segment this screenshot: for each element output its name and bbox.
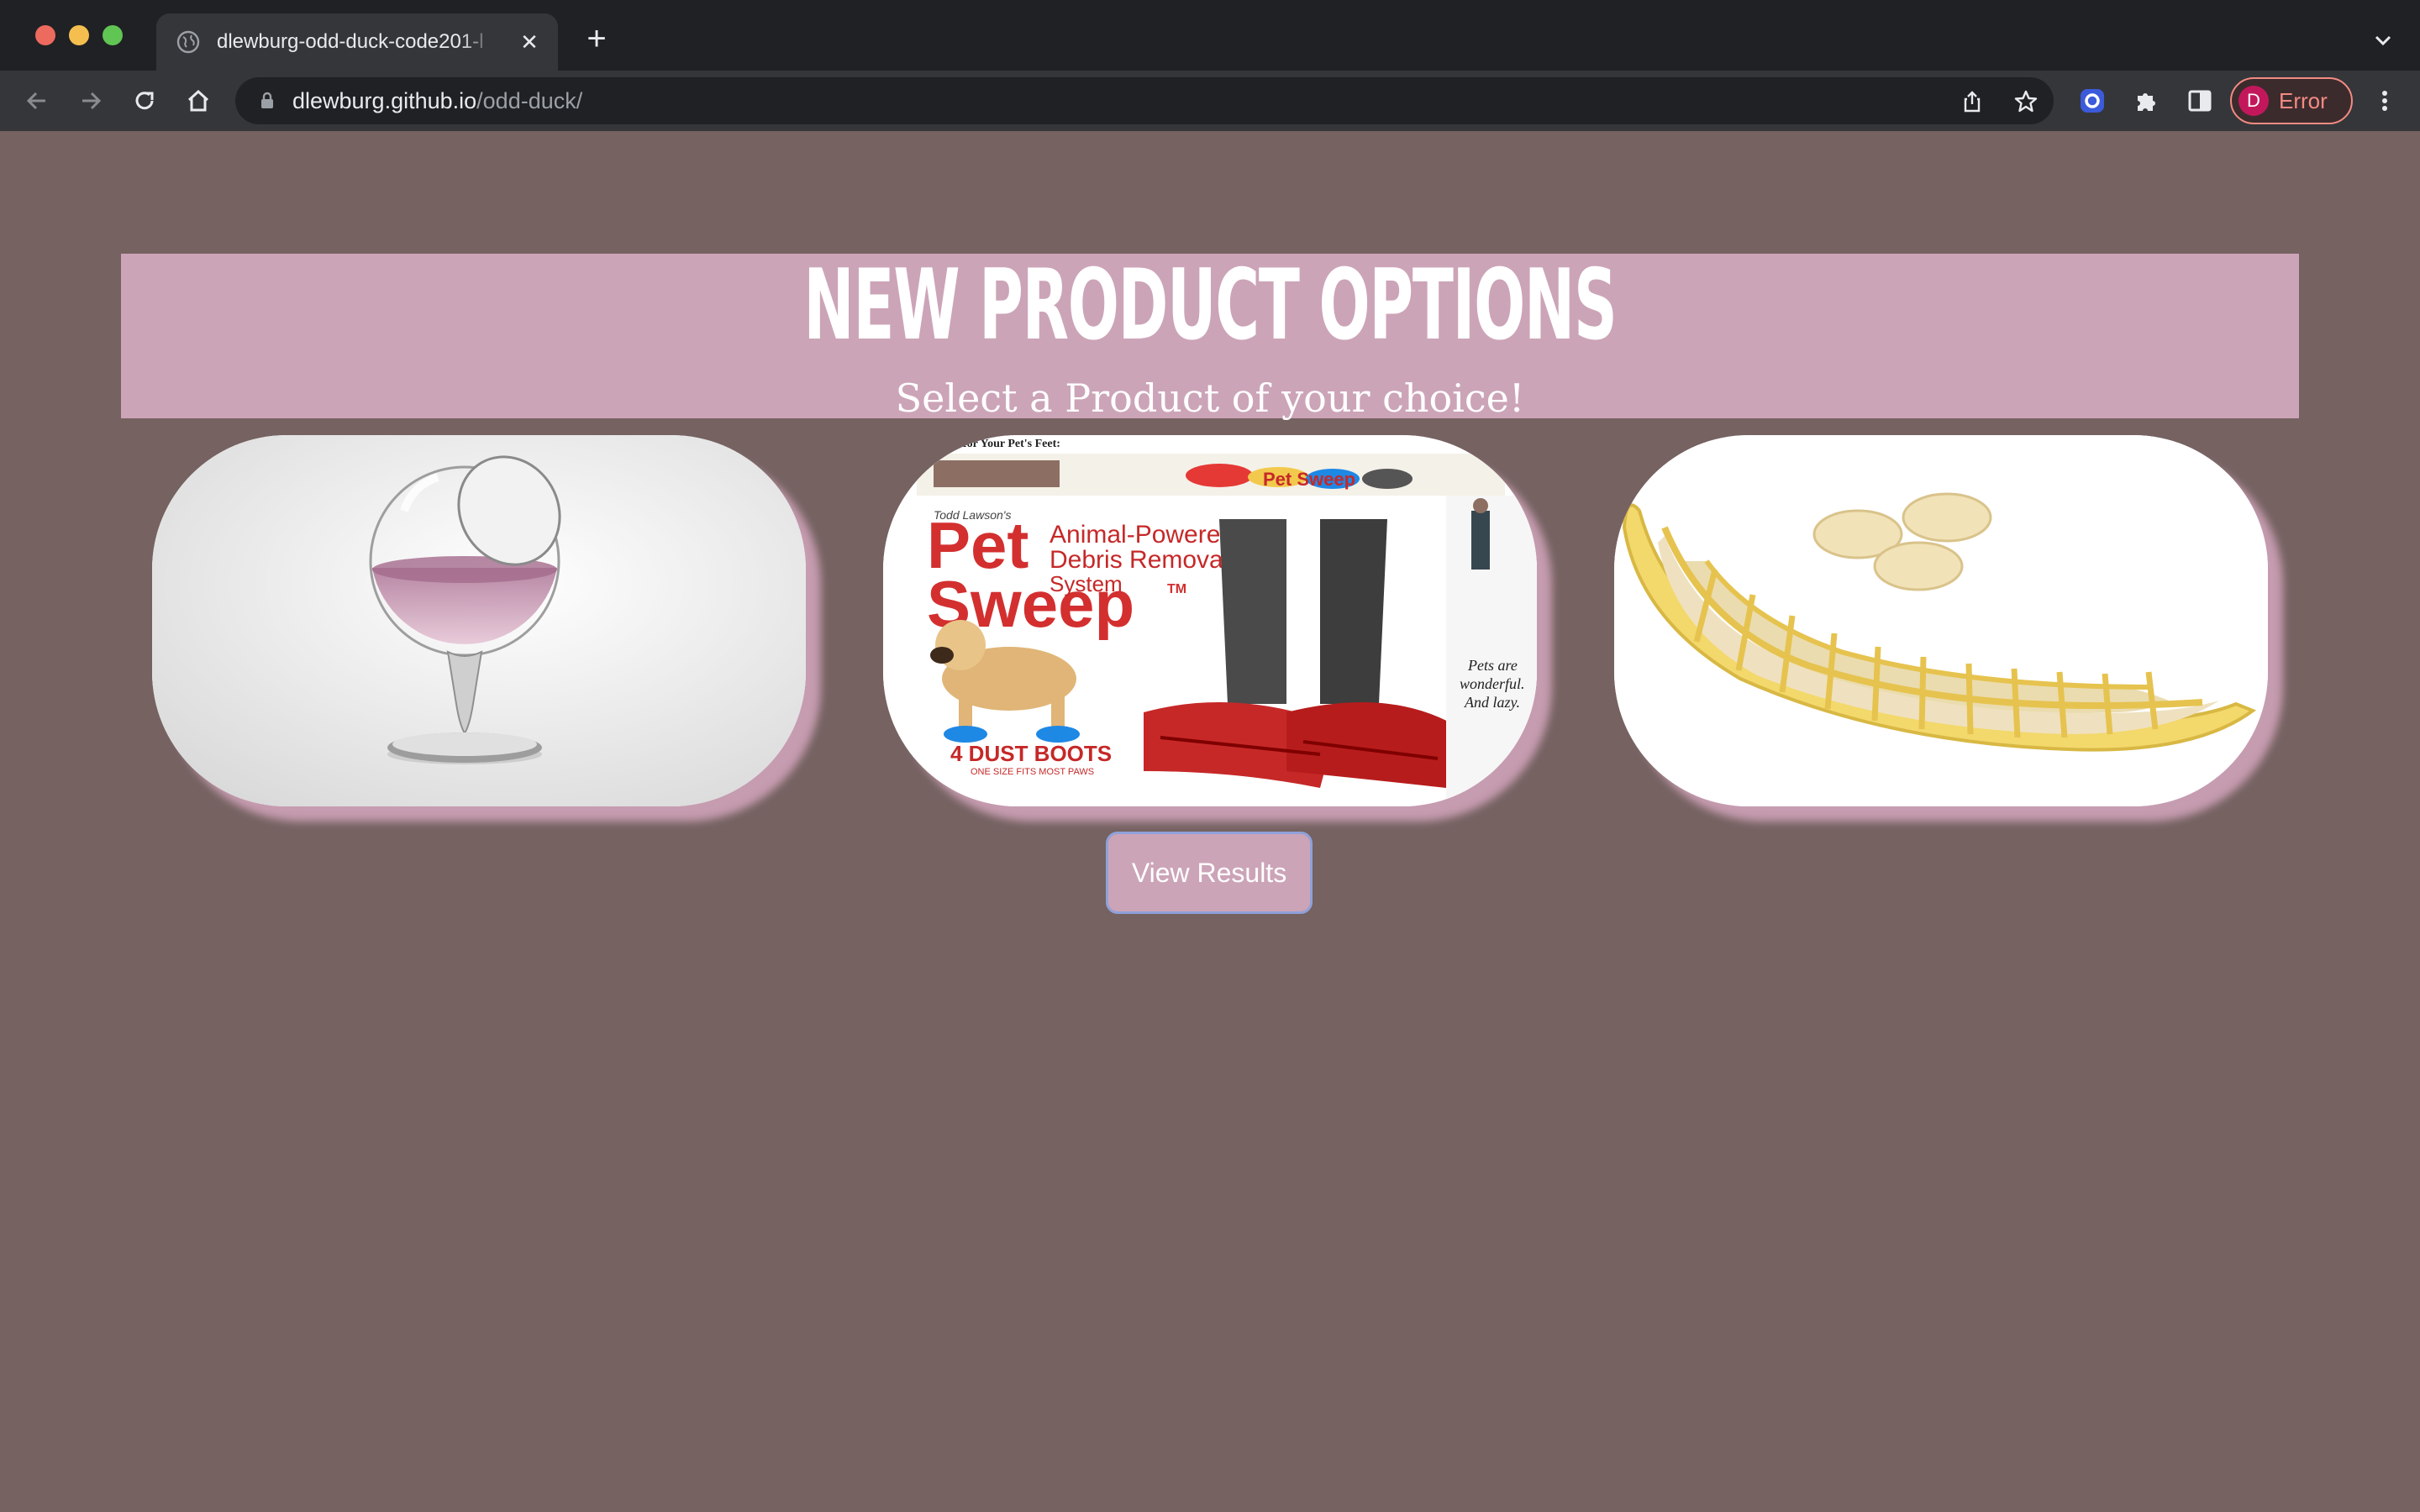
tab-title: dlewburg-odd-duck-code201-l <box>217 30 484 53</box>
pet-sweep-side-1: Pets are <box>1467 657 1518 674</box>
svg-text:Pet Sweep: Pet Sweep <box>1263 469 1355 490</box>
browser-tab[interactable]: dlewburg-odd-duck-code201-l ✕ <box>156 13 558 71</box>
plus-icon[interactable]: + <box>581 22 612 55</box>
avatar: D <box>2238 86 2269 116</box>
product-image-pet-sweep[interactable]: s for Your Pet's Feet: Pet Sweep Todd La… <box>883 435 1537 806</box>
banana-slicer-image <box>1614 435 2268 806</box>
extension-icon[interactable] <box>2077 86 2107 116</box>
browser-chrome: dlewburg-odd-duck-code201-l ✕ + dlewburg… <box>0 0 2420 131</box>
url-text[interactable]: dlewburg.github.io/odd-duck/ <box>292 87 582 114</box>
product-image-banana-slicer[interactable] <box>1614 435 2268 806</box>
home-icon[interactable] <box>183 86 213 116</box>
page-title: NEW PRODUCT OPTIONS <box>803 249 1617 362</box>
page-subtitle: Select a Product of your choice! <box>895 375 1525 421</box>
pet-sweep-boots-1: 4 DUST BOOTS <box>950 741 1112 766</box>
pet-sweep-tagline-2: Debris Removal <box>1050 546 1228 574</box>
product-image-wine-glass[interactable] <box>152 435 806 806</box>
tab-strip: dlewburg-odd-duck-code201-l ✕ + <box>0 0 2420 71</box>
back-icon[interactable] <box>22 86 52 116</box>
globe-icon <box>176 30 200 54</box>
profile-button[interactable]: D Error <box>2230 77 2353 124</box>
pet-sweep-side-3: And lazy. <box>1464 694 1520 711</box>
pet-sweep-boots-2: ONE SIZE FITS MOST PAWS <box>971 767 1094 777</box>
pet-sweep-image: s for Your Pet's Feet: Pet Sweep Todd La… <box>883 435 1537 806</box>
wine-glass-image <box>152 435 806 806</box>
pet-sweep-top-text: s for Your Pet's Feet: <box>955 438 1060 450</box>
close-icon[interactable]: ✕ <box>518 30 541 54</box>
url-path: /odd-duck/ <box>476 88 583 113</box>
reload-icon[interactable] <box>129 86 160 116</box>
minimize-window-button[interactable] <box>69 25 89 45</box>
menu-icon[interactable] <box>2370 86 2400 116</box>
pet-sweep-tagline-3: System <box>1050 571 1123 596</box>
pet-sweep-tagline-1: Animal-Powered <box>1050 521 1234 549</box>
sidepanel-icon[interactable] <box>2185 86 2215 116</box>
view-results-button[interactable]: View Results <box>1106 832 1313 914</box>
page-content: NEW PRODUCT OPTIONS Select a Product of … <box>0 131 2420 1512</box>
share-icon[interactable] <box>1960 89 1985 114</box>
close-window-button[interactable] <box>35 25 55 45</box>
browser-toolbar: dlewburg.github.io/odd-duck/ D Error <box>0 71 2420 131</box>
pet-sweep-tm: TM <box>1167 582 1186 596</box>
lock-icon[interactable] <box>257 91 277 111</box>
puzzle-icon[interactable] <box>2131 86 2161 116</box>
pet-sweep-side-2: wonderful. <box>1460 675 1525 692</box>
star-icon[interactable] <box>2013 89 2039 114</box>
address-bar[interactable]: dlewburg.github.io/odd-duck/ <box>235 77 2054 124</box>
url-host: dlewburg.github.io <box>292 88 477 113</box>
chevron-down-icon[interactable] <box>2371 29 2395 52</box>
forward-icon[interactable] <box>76 86 106 116</box>
profile-status: Error <box>2279 88 2328 113</box>
maximize-window-button[interactable] <box>103 25 123 45</box>
